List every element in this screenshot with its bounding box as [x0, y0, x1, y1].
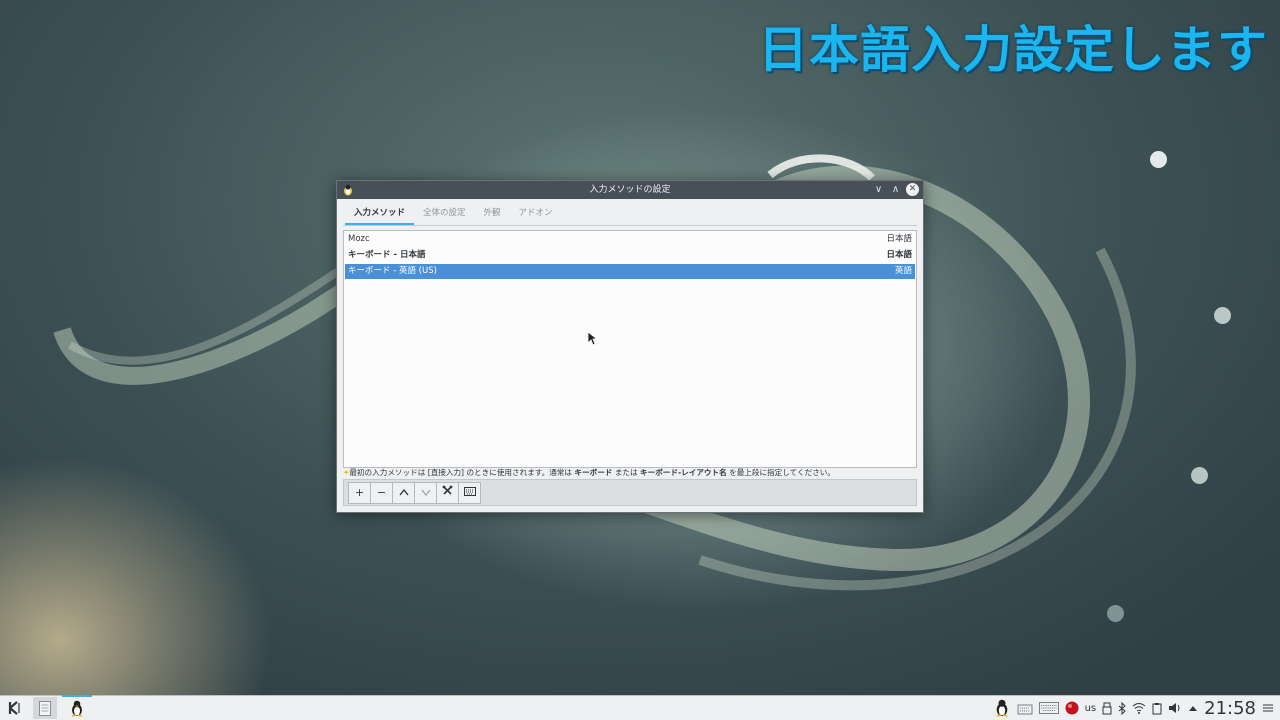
input-method-status-icon[interactable] — [1065, 701, 1079, 715]
task-fcitx-config[interactable] — [62, 695, 92, 719]
method-name: キーボード - 日本語 — [348, 250, 426, 260]
method-name: Mozc — [348, 234, 370, 244]
configure-button[interactable] — [436, 482, 459, 504]
usb-device-icon[interactable] — [1102, 702, 1112, 715]
tools-icon — [442, 485, 453, 495]
wifi-icon[interactable] — [1132, 702, 1146, 714]
keyboard-tray-icon[interactable] — [1038, 702, 1059, 714]
tray-expand-icon[interactable] — [1188, 704, 1198, 712]
volume-icon[interactable] — [1168, 702, 1182, 714]
application-launcher[interactable] — [4, 697, 26, 719]
penguin-icon — [71, 700, 83, 717]
kde-logo-icon — [8, 701, 20, 715]
hint-layout: キーボード-レイアウト名 — [640, 468, 727, 477]
wallpaper-dot — [1107, 605, 1124, 622]
keyboard-layout-button[interactable] — [458, 482, 481, 504]
close-button[interactable]: ✕ — [906, 183, 919, 196]
method-language: 英語 — [894, 266, 912, 276]
mouse-pointer-icon — [588, 332, 598, 346]
system-tray: us 21:58 — [993, 696, 1274, 720]
list-item-mozc[interactable]: Mozc 日本語 — [345, 232, 915, 247]
tab-input-method[interactable]: 入力メソッド — [345, 201, 415, 225]
method-language: 日本語 — [886, 250, 912, 260]
move-up-button[interactable] — [392, 482, 415, 504]
keyboard-icon — [463, 487, 476, 496]
window-title: 入力メソッドの設定 — [589, 185, 671, 195]
hint-keyboard: キーボード — [574, 468, 613, 477]
wallpaper-dot — [1214, 307, 1231, 324]
window-titlebar[interactable]: 入力メソッドの設定 ∨ ∧ ✕ — [337, 181, 923, 199]
panel-menu-icon[interactable] — [1262, 703, 1274, 713]
clipboard-icon[interactable] — [1152, 702, 1162, 715]
list-item-keyboard-japanese[interactable]: キーボード - 日本語 日本語 — [345, 248, 915, 263]
input-method-list[interactable]: Mozc 日本語 キーボード - 日本語 日本語 キーボード - 英語 (US)… — [343, 230, 917, 468]
overlay-caption: 日本語入力設定します — [758, 21, 1268, 79]
method-name: キーボード - 英語 (US) — [348, 266, 437, 276]
tab-addons[interactable]: アドオン — [510, 201, 562, 225]
method-language: 日本語 — [886, 234, 912, 244]
keyboard-layout-indicator[interactable]: us — [1085, 703, 1097, 714]
document-icon — [39, 700, 51, 716]
remove-button[interactable]: − — [370, 482, 393, 504]
add-button[interactable]: + — [348, 482, 371, 504]
wallpaper-dot — [1150, 151, 1167, 168]
tab-bar: 入力メソッド 全体の設定 外観 アドオン — [337, 201, 923, 225]
hint-part: を最上段に指定してください。 — [729, 468, 835, 477]
taskbar: us 21:58 — [0, 695, 1280, 720]
virtual-keyboard-icon[interactable] — [1017, 701, 1033, 715]
bluetooth-icon[interactable] — [1118, 701, 1126, 715]
input-method-settings-window: 入力メソッドの設定 ∨ ∧ ✕ 入力メソッド 全体の設定 外観 アドオン Moz… — [336, 180, 924, 513]
list-item-keyboard-english-us[interactable]: キーボード - 英語 (US) 英語 — [345, 264, 915, 279]
clock[interactable]: 21:58 — [1204, 698, 1256, 719]
tab-appearance[interactable]: 外観 — [475, 201, 510, 225]
fcitx-penguin-icon — [344, 184, 352, 196]
chevron-down-icon — [420, 489, 431, 497]
hint-text: ✦最初の入力メソッドは [直接入力] のときに使用されます。通常は キーボード … — [343, 467, 835, 478]
move-down-button[interactable] — [414, 482, 437, 504]
maximize-button[interactable]: ∧ — [889, 183, 902, 196]
wallpaper-dot — [1191, 467, 1208, 484]
tab-divider — [343, 225, 917, 226]
show-desktop-button[interactable] — [33, 697, 57, 719]
hint-part: または — [614, 468, 638, 477]
chevron-up-icon — [398, 488, 409, 496]
fcitx-tray-icon[interactable] — [993, 699, 1011, 717]
method-toolbar: + − — [343, 479, 917, 506]
minimize-button[interactable]: ∨ — [872, 183, 885, 196]
tab-global-config[interactable]: 全体の設定 — [414, 201, 475, 225]
hint-part: 最初の入力メソッドは [直接入力] のときに使用されます。通常は — [349, 468, 572, 477]
